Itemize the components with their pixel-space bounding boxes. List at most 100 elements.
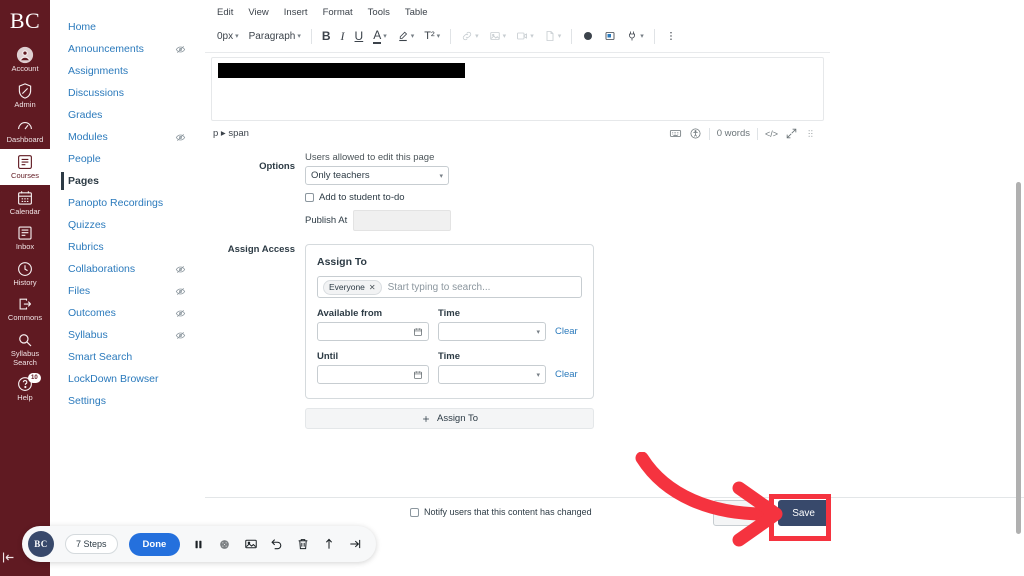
steps-counter[interactable]: 7 Steps: [65, 534, 118, 554]
until-clear-button[interactable]: Clear: [555, 369, 582, 380]
scrollbar-thumb[interactable]: [1016, 182, 1021, 534]
course-nav-item-home[interactable]: Home: [50, 16, 200, 38]
menu-format[interactable]: Format: [323, 7, 353, 18]
highlight-button[interactable]: ▾: [393, 28, 419, 44]
users-allowed-select[interactable]: Only teachers ▾: [305, 166, 449, 185]
menu-edit[interactable]: Edit: [217, 7, 233, 18]
apps-button[interactable]: [578, 28, 598, 44]
editor-menubar: Edit View Insert Format Tools Table: [205, 0, 830, 22]
embed-image-button[interactable]: [600, 28, 620, 44]
resize-handle-icon[interactable]: [805, 128, 816, 139]
close-icon[interactable]: ✕: [369, 283, 376, 292]
html-editor-toggle[interactable]: </>: [765, 129, 778, 139]
chevron-down-icon: ▾: [558, 32, 562, 40]
italic-button[interactable]: I: [337, 27, 349, 46]
more-options-button[interactable]: [661, 28, 681, 44]
dashboard-icon: [16, 117, 34, 135]
course-nav-item-settings[interactable]: Settings: [50, 390, 200, 412]
course-nav-item-people[interactable]: People: [50, 148, 200, 170]
toolbar-divider: [311, 29, 312, 44]
global-nav-item-help[interactable]: 10 Help: [0, 371, 50, 407]
fullscreen-icon[interactable]: [785, 127, 798, 140]
image-icon[interactable]: [243, 537, 258, 552]
menu-tools[interactable]: Tools: [368, 7, 390, 18]
apps-icon: [582, 30, 594, 42]
skip-forward-icon[interactable]: [347, 537, 362, 552]
course-nav-label: Pages: [68, 174, 99, 189]
assignee-pill-everyone[interactable]: Everyone ✕: [323, 280, 382, 295]
add-to-student-todo-label: Add to student to-do: [319, 192, 405, 203]
global-nav-item-inbox[interactable]: Inbox: [0, 220, 50, 256]
course-nav-item-quizzes[interactable]: Quizzes: [50, 214, 200, 236]
global-nav-item-courses[interactable]: Courses: [0, 149, 50, 185]
hidden-eye-icon: [175, 44, 186, 55]
bold-button[interactable]: B: [318, 27, 335, 45]
course-nav-item-discussions[interactable]: Discussions: [50, 82, 200, 104]
chevron-down-icon: ▾: [235, 32, 239, 40]
font-size-dropdown[interactable]: 0px ▾: [213, 29, 243, 44]
menu-table[interactable]: Table: [405, 7, 428, 18]
global-nav-item-calendar[interactable]: Calendar: [0, 185, 50, 221]
publish-at-input[interactable]: [353, 210, 451, 231]
global-nav-item-dashboard[interactable]: Dashboard: [0, 113, 50, 149]
course-nav-item-pages[interactable]: Pages: [50, 170, 200, 192]
text-color-label: A: [373, 28, 381, 44]
course-nav-item-announcements[interactable]: Announcements: [50, 38, 200, 60]
course-nav-item-modules[interactable]: Modules: [50, 126, 200, 148]
trash-icon[interactable]: [295, 537, 310, 552]
menu-insert[interactable]: Insert: [284, 7, 308, 18]
course-nav-item-smart-search[interactable]: Smart Search: [50, 346, 200, 368]
add-to-student-todo-checkbox[interactable]: [305, 193, 314, 202]
add-assign-to-button[interactable]: Assign To: [305, 408, 594, 429]
pause-icon[interactable]: [191, 537, 206, 552]
course-nav-item-panopto-recordings[interactable]: Panopto Recordings: [50, 192, 200, 214]
global-nav-item-commons[interactable]: Commons: [0, 291, 50, 327]
global-nav-item-account[interactable]: Account: [0, 42, 50, 78]
editor-content-area[interactable]: [211, 57, 824, 121]
keyboard-icon[interactable]: [669, 127, 682, 140]
cancel-button[interactable]: Cancel: [713, 500, 772, 526]
share-up-icon[interactable]: [321, 537, 336, 552]
avatar[interactable]: BC: [28, 531, 54, 557]
course-nav-item-lockdown-browser[interactable]: LockDown Browser: [50, 368, 200, 390]
available-from-clear-button[interactable]: Clear: [555, 326, 582, 337]
course-nav-item-outcomes[interactable]: Outcomes: [50, 302, 200, 324]
institution-logo[interactable]: BC: [10, 10, 40, 32]
accessibility-plug-button[interactable]: ▾: [622, 28, 648, 44]
superscript-button[interactable]: T² ▾: [420, 28, 444, 44]
courses-book-icon: [16, 153, 34, 171]
assign-to-search-input[interactable]: Everyone ✕ Start typing to search...: [317, 276, 582, 298]
notify-users-checkbox[interactable]: [410, 508, 419, 517]
global-nav-item-admin[interactable]: Admin: [0, 78, 50, 114]
notify-users-label: Notify users that this content has chang…: [424, 507, 592, 517]
page-scrollbar[interactable]: [1014, 0, 1023, 576]
course-nav-item-grades[interactable]: Grades: [50, 104, 200, 126]
done-button[interactable]: Done: [129, 533, 181, 556]
blur-icon[interactable]: [217, 537, 232, 552]
block-format-dropdown[interactable]: Paragraph ▾: [245, 29, 305, 44]
users-allowed-label: Users allowed to edit this page: [305, 152, 825, 163]
chevron-down-icon: ▾: [536, 328, 540, 336]
undo-icon[interactable]: [269, 537, 284, 552]
add-to-student-todo-row[interactable]: Add to student to-do: [305, 192, 825, 203]
chevron-down-icon: ▾: [439, 172, 443, 180]
until-date-input[interactable]: [317, 365, 429, 384]
course-nav-item-files[interactable]: Files: [50, 280, 200, 302]
course-nav-item-rubrics[interactable]: Rubrics: [50, 236, 200, 258]
course-nav-item-syllabus[interactable]: Syllabus: [50, 324, 200, 346]
element-path-breadcrumb[interactable]: p ▸ span: [213, 128, 249, 139]
menu-view[interactable]: View: [248, 7, 268, 18]
accessibility-check-icon[interactable]: [689, 127, 702, 140]
search-magnifier-icon: [16, 331, 34, 349]
notify-users-row[interactable]: Notify users that this content has chang…: [410, 507, 592, 517]
global-nav-item-syllabus-search[interactable]: Syllabus Search: [0, 327, 50, 371]
available-from-date-input[interactable]: [317, 322, 429, 341]
available-from-time-input[interactable]: ▾: [438, 322, 546, 341]
course-nav-item-assignments[interactable]: Assignments: [50, 60, 200, 82]
global-nav-item-history[interactable]: History: [0, 256, 50, 292]
course-nav-item-collaborations[interactable]: Collaborations: [50, 258, 200, 280]
until-time-input[interactable]: ▾: [438, 365, 546, 384]
text-color-button[interactable]: A ▾: [369, 26, 391, 46]
save-button[interactable]: Save: [778, 500, 829, 526]
underline-button[interactable]: U: [351, 27, 368, 45]
